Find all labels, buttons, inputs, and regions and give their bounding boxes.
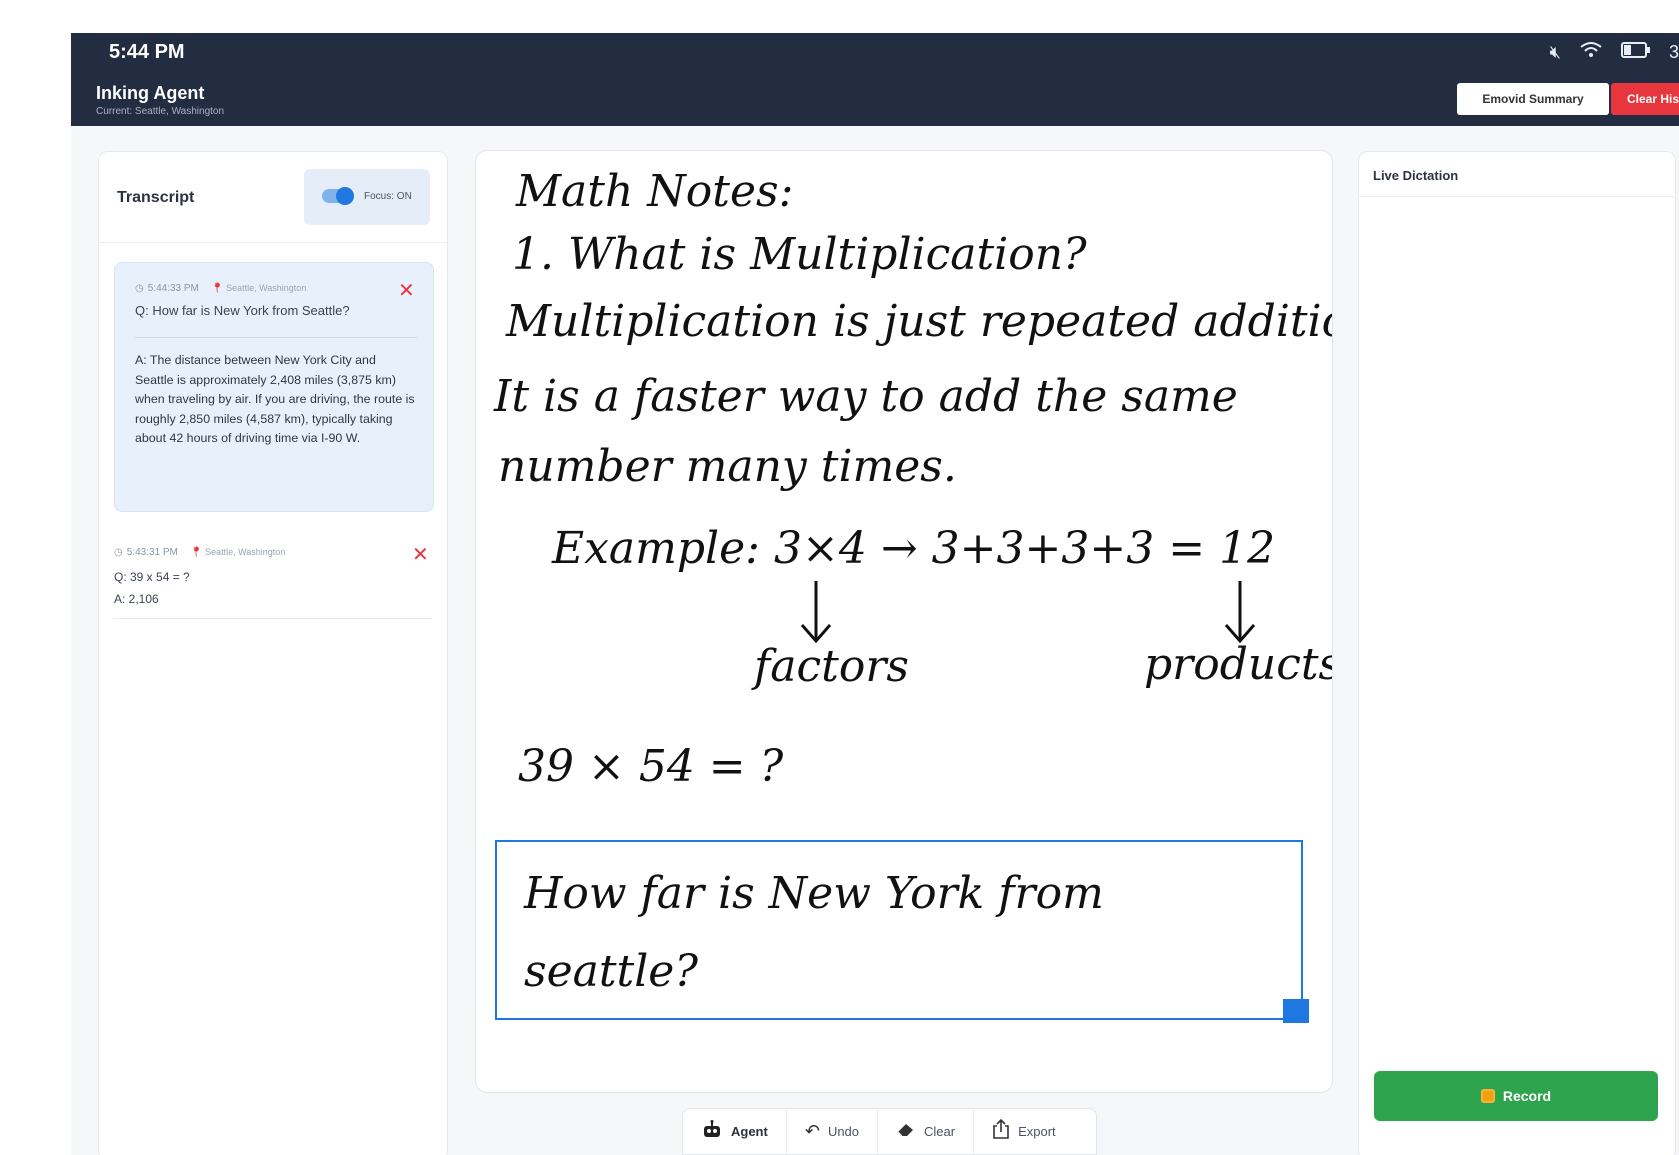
toggle-knob [336,187,354,205]
entry-location: Seattle, Washington [205,547,286,557]
live-dictation-panel: Live Dictation Record [1358,151,1676,1155]
clock-icon: ◷ [114,547,123,558]
ink-line: products [1144,639,1333,690]
focus-toggle-container[interactable]: Focus: ON [304,169,430,225]
transcript-title: Transcript [117,189,195,206]
location-pin-icon: 📍︎ [210,283,224,294]
app-screen: 5:44 PM 🔇︎ 3 Inking Agent Current: Seatt… [71,33,1679,1155]
location-pin-icon: 📍︎ [189,547,203,558]
export-button[interactable]: Export [974,1109,1074,1154]
entry-time: 5:43:31 PM [126,547,178,558]
clear-label: Clear [924,1124,956,1139]
share-icon [992,1118,1010,1144]
entry-location: Seattle, Washington [226,283,307,293]
clear-history-button[interactable]: Clear Hist [1611,83,1679,115]
ink-line: It is a faster way to add the same [493,371,1238,422]
ink-line: Multiplication is just repeated addition [505,296,1333,347]
selected-ink-line: How far is New York from [523,868,1104,919]
undo-icon: ↶ [804,1121,820,1141]
record-icon [1480,1089,1495,1103]
arrow-down-icon [1224,581,1256,644]
record-label: Record [1502,1088,1552,1104]
transcript-entry-active[interactable]: ◷ 5:44:33 PM 📍︎ Seattle, Washington ✕ Q:… [114,262,434,512]
ink-line: Example: 3×4 → 3+3+3+3 = 12 [551,523,1275,574]
volume-muted-icon: 🔇︎ [1549,42,1561,62]
ink-line: 39 × 54 = ? [518,741,784,792]
robot-icon [701,1120,723,1143]
battery-icon [1620,42,1651,63]
wifi-icon [1579,41,1603,64]
clear-button[interactable]: Clear [878,1109,975,1154]
transcript-panel: Transcript Focus: ON ◷ 5:44:33 PM 📍︎ Sea… [98,151,448,1155]
delete-entry-icon[interactable]: ✕ [412,545,429,565]
divider [135,337,417,338]
app-title: Inking Agent [96,83,205,103]
clock-icon: ◷ [135,283,144,294]
entry-question: Q: How far is New York from Seattle? [135,303,350,318]
selected-ink-line: seattle? [524,946,698,997]
eraser-icon [896,1121,916,1142]
app-header: 5:44 PM 🔇︎ 3 Inking Agent Current: Seatt… [71,33,1679,126]
current-location: Current: Seattle, Washington [96,106,225,117]
divider [99,242,447,243]
record-button[interactable]: Record [1374,1071,1658,1121]
ink-line: 1. What is Multiplication? [512,229,1087,280]
agent-button[interactable]: Agent [683,1109,787,1154]
system-status-icons: 🔇︎ 3 [1550,41,1679,64]
ink-canvas[interactable]: Math Notes: 1. What is Multiplication? M… [475,150,1333,1093]
focus-toggle[interactable] [322,187,354,205]
entry-meta: ◷ 5:43:31 PM 📍︎ Seattle, Washington [114,547,285,558]
ink-line: Math Notes: [515,166,793,217]
ink-line: number many times. [498,441,957,492]
ink-layer: Math Notes: 1. What is Multiplication? M… [493,166,1333,1023]
focus-label: Focus: ON [364,191,412,202]
delete-entry-icon[interactable]: ✕ [398,281,415,301]
entry-answer: A: The distance between New York City an… [135,353,415,445]
status-time: 5:44 PM [109,41,185,63]
dictation-title: Live Dictation [1373,168,1459,183]
entry-meta: ◷ 5:44:33 PM 📍︎ Seattle, Washington [135,283,306,294]
undo-button[interactable]: ↶ Undo [787,1109,879,1154]
canvas-toolbar: Agent ↶ Undo Clear Export [682,1108,1097,1155]
undo-label: Undo [827,1124,860,1139]
divider [1359,196,1675,197]
entry-answer: A: 2,106 [114,592,159,606]
export-label: Export [1018,1124,1056,1139]
entry-question: Q: 39 x 54 = ? [114,570,190,584]
resize-handle[interactable] [1283,999,1309,1023]
emovid-summary-button[interactable]: Emovid Summary [1457,83,1609,115]
battery-percentage: 3 [1668,42,1679,62]
divider [114,618,432,619]
agent-label: Agent [731,1124,768,1139]
entry-time: 5:44:33 PM [147,283,199,294]
arrow-down-icon [800,581,832,644]
ink-line: factors [751,641,909,692]
